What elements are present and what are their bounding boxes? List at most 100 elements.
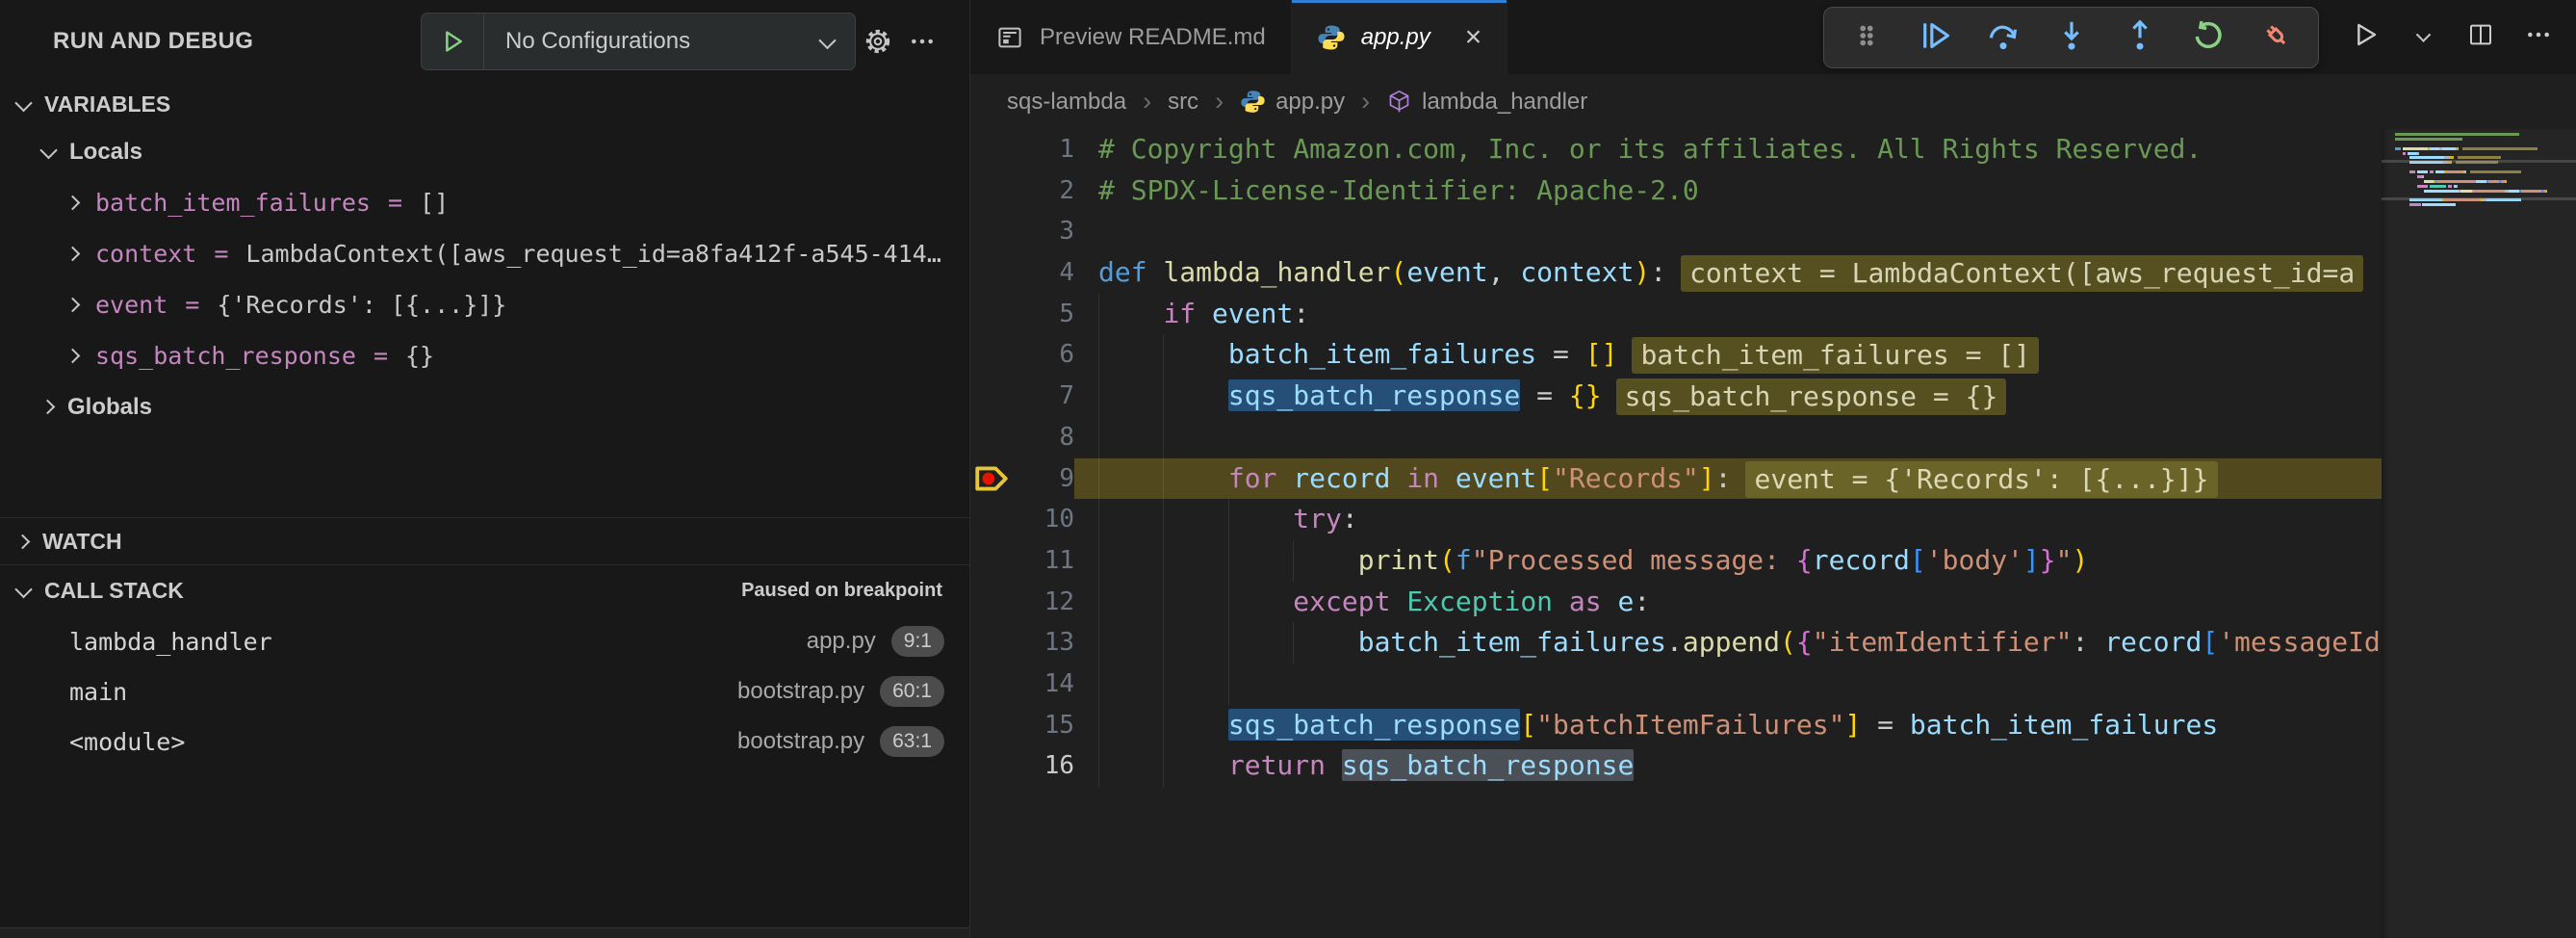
line-number: 1 <box>1013 129 1074 170</box>
breadcrumb-item-src[interactable]: src <box>1168 89 1198 116</box>
step-into-button[interactable] <box>2046 12 2098 64</box>
variable-row[interactable]: sqs_batch_response={} <box>0 330 969 381</box>
code-line[interactable]: batch_item_failures.append({"itemIdentif… <box>1074 622 2382 664</box>
breakpoint-gutter[interactable] <box>970 540 1013 582</box>
breakpoint-gutter[interactable] <box>970 129 1013 170</box>
code-line[interactable]: def lambda_handler(event, context):conte… <box>1074 252 2382 294</box>
code-line[interactable]: sqs_batch_response = {}sqs_batch_respons… <box>1074 376 2382 417</box>
code-line[interactable] <box>1074 417 2382 458</box>
tab-app-py[interactable]: app.py × <box>1292 0 1508 74</box>
locals-tree-item[interactable]: Locals <box>0 126 969 177</box>
step-out-button[interactable] <box>2114 12 2166 64</box>
variable-row[interactable]: context=LambdaContext([aws_request_id=a8… <box>0 228 969 279</box>
inline-debug-value: event = {'Records': [{...}]} <box>1745 461 2217 498</box>
code-line[interactable]: # SPDX-License-Identifier: Apache-2.0 <box>1074 170 2382 212</box>
close-icon[interactable]: × <box>1465 23 1482 52</box>
minimap[interactable] <box>2382 129 2576 938</box>
debug-settings-button[interactable] <box>856 19 900 64</box>
breakpoint-gutter[interactable] <box>970 211 1013 252</box>
variable-name: batch_item_failures <box>95 189 371 217</box>
continue-button[interactable] <box>1909 12 1961 64</box>
code-token <box>1147 256 1164 288</box>
stack-frame-row[interactable]: mainbootstrap.py60:1 <box>0 666 969 717</box>
gear-icon <box>862 25 894 58</box>
code-line[interactable]: # Copyright Amazon.com, Inc. or its affi… <box>1074 129 2382 170</box>
editor-tab-bar: Preview README.md app.py × <box>970 0 2576 74</box>
breakpoint-gutter[interactable] <box>970 252 1013 294</box>
code-token: ( <box>1390 256 1406 288</box>
breakpoint-gutter[interactable] <box>970 334 1013 376</box>
code-line[interactable]: sqs_batch_response["batchItemFailures"] … <box>1074 705 2382 746</box>
code-line[interactable]: if event: <box>1074 294 2382 335</box>
breadcrumb-item-app-py[interactable]: app.py <box>1240 89 1345 116</box>
more-button[interactable] <box>2516 15 2561 60</box>
run-and-debug-sidebar: RUN AND DEBUG No Configurations VARIABLE… <box>0 0 970 938</box>
code-line[interactable]: batch_item_failures = []batch_item_failu… <box>1074 334 2382 376</box>
minimap-line <box>2395 143 2576 145</box>
code-token: } <box>2040 544 2056 576</box>
code-editor[interactable]: 1 # Copyright Amazon.com, Inc. or its aff… <box>970 129 2382 938</box>
code-token: = <box>1861 709 1910 741</box>
code-token: "Records" <box>1553 462 1699 494</box>
code-line[interactable]: except Exception as e: <box>1074 582 2382 623</box>
watch-section-header[interactable]: WATCH <box>0 517 969 564</box>
code-line-row: 11 print(f"Processed message: {record['b… <box>970 540 2382 582</box>
breadcrumb-item-sqs-lambda[interactable]: sqs-lambda <box>1007 89 1126 116</box>
breakpoint-gutter[interactable] <box>970 458 1013 500</box>
disconnect-button[interactable] <box>2251 12 2303 64</box>
stack-frame-row[interactable]: <module>bootstrap.py63:1 <box>0 717 969 767</box>
breakpoint-gutter[interactable] <box>970 170 1013 212</box>
call-stack-section-header[interactable]: CALL STACK Paused on breakpoint <box>0 564 969 616</box>
sidebar-header: RUN AND DEBUG No Configurations <box>0 0 969 82</box>
breadcrumb-separator: › <box>1141 87 1153 117</box>
gripper-button[interactable] <box>1841 12 1893 64</box>
code-token: context <box>1520 256 1634 288</box>
chevron-right-icon <box>65 247 81 262</box>
code-token: batch_item_failures <box>1910 709 2218 741</box>
breakpoint-gutter[interactable] <box>970 622 1013 664</box>
run-button[interactable] <box>2343 15 2387 60</box>
stack-frame-row[interactable]: lambda_handlerapp.py9:1 <box>0 616 969 666</box>
code-token <box>1276 462 1293 494</box>
breakpoint-gutter[interactable] <box>970 376 1013 417</box>
sidebar-more-actions-button[interactable] <box>900 19 944 64</box>
breakpoint-gutter[interactable] <box>970 582 1013 623</box>
code-line[interactable] <box>1074 664 2382 705</box>
breakpoint-gutter[interactable] <box>970 499 1013 540</box>
breakpoint-gutter[interactable] <box>970 705 1013 746</box>
indent-guide <box>1163 540 1164 582</box>
split-editor-button[interactable] <box>2459 15 2503 60</box>
breakpoint-gutter[interactable] <box>970 745 1013 787</box>
indent-guide <box>1098 458 1099 500</box>
code-line[interactable]: try: <box>1074 499 2382 540</box>
play-icon <box>438 27 467 56</box>
globals-tree-item[interactable]: Globals <box>0 381 969 432</box>
variable-row[interactable]: event={'Records': [{...}]} <box>0 279 969 330</box>
code-token: = <box>1520 379 1569 411</box>
variable-row[interactable]: batch_item_failures=[] <box>0 177 969 228</box>
tab-preview-readme[interactable]: Preview README.md <box>970 0 1292 74</box>
step-over-button[interactable] <box>1977 12 2029 64</box>
line-number: 11 <box>1013 540 1074 582</box>
launch-config-dropdown[interactable]: No Configurations <box>421 13 856 70</box>
code-line[interactable]: return sqs_batch_response <box>1074 745 2382 787</box>
minimap-line <box>2395 161 2576 164</box>
code-line[interactable]: for record in event["Records"]:event = {… <box>1074 458 2382 500</box>
breadcrumb-item-lambda-handler[interactable]: lambda_handler <box>1386 89 1587 116</box>
code-token: # Copyright Amazon.com, Inc. or its affi… <box>1098 133 2202 165</box>
variable-name: context <box>95 240 196 268</box>
code-token: 'messageId' <box>2218 626 2382 658</box>
variables-section-header[interactable]: VARIABLES <box>0 82 969 126</box>
minimap-line <box>2395 152 2576 155</box>
breakpoint-gutter[interactable] <box>970 664 1013 705</box>
line-number: 14 <box>1013 664 1074 705</box>
code-line[interactable]: print(f"Processed message: {record['body… <box>1074 540 2382 582</box>
breakpoint-gutter[interactable] <box>970 417 1013 458</box>
code-token: def <box>1098 256 1147 288</box>
code-line[interactable] <box>1074 211 2382 252</box>
stack-frame-name: main <box>69 678 127 706</box>
restart-button[interactable] <box>2182 12 2234 64</box>
breakpoint-gutter[interactable] <box>970 294 1013 335</box>
start-debug-button[interactable] <box>422 13 484 69</box>
chevron-down-button[interactable] <box>2401 15 2445 60</box>
